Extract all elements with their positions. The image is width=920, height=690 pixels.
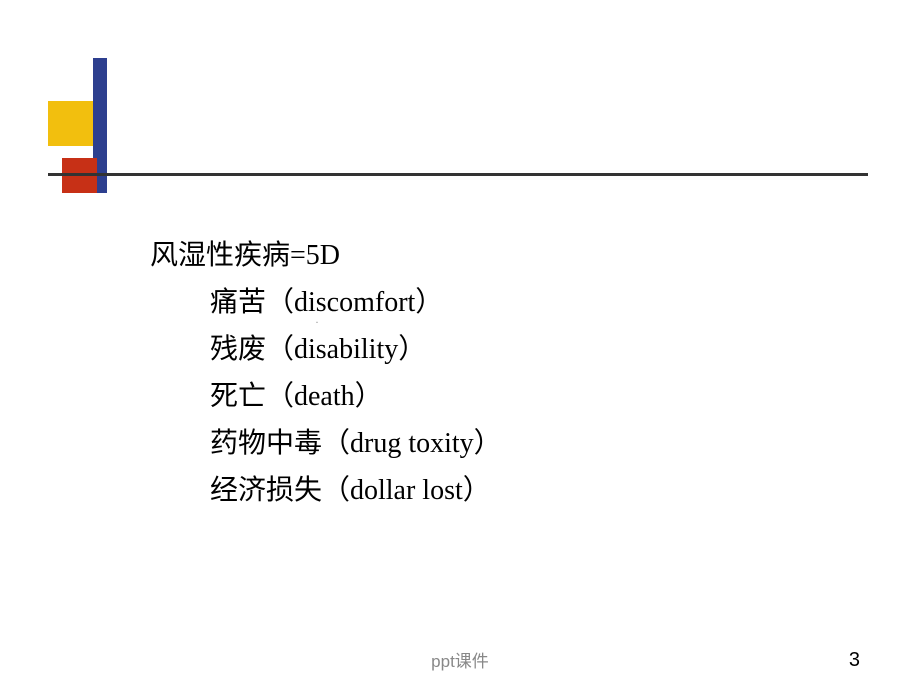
content-item: 残废（disability） [150,326,502,373]
slide-content: 风湿性疾病=5D 痛苦（discomfort） 残废（disability） 死… [150,232,502,514]
content-item: 痛苦（discomfort） [150,279,502,326]
content-item: 死亡（death） [150,373,502,420]
horizontal-divider [48,173,868,176]
yellow-square-shape [48,101,93,146]
content-item: 药物中毒（drug toxity） [150,420,502,467]
content-item: 经济损失（dollar lost） [150,467,502,514]
content-title: 风湿性疾病=5D [150,232,502,279]
footer-label: ppt课件 [431,647,489,672]
page-number: 3 [849,649,860,672]
